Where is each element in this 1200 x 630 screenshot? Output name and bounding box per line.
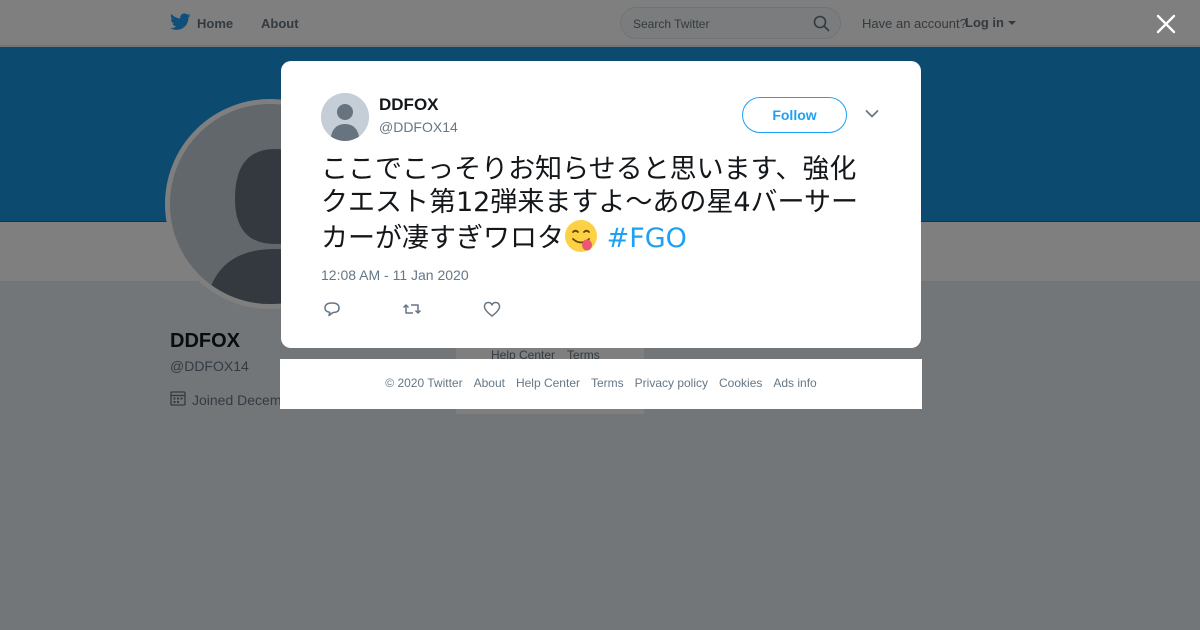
- tweet-timestamp[interactable]: 12:08 AM - 11 Jan 2020: [321, 267, 469, 283]
- footer-ads-info-link[interactable]: Ads info: [773, 376, 816, 390]
- reply-button[interactable]: [322, 300, 342, 318]
- footer-help-center-link[interactable]: Help Center: [516, 376, 580, 390]
- retweet-button[interactable]: [402, 300, 422, 318]
- retweet-icon: [402, 304, 422, 314]
- hashtag-link[interactable]: #FGO: [607, 223, 687, 254]
- footer-links: © 2020 Twitter About Help Center Terms P…: [280, 376, 922, 390]
- close-icon: [1156, 14, 1176, 34]
- chevron-down-icon[interactable]: [865, 109, 879, 119]
- footer-copyright: © 2020 Twitter: [385, 376, 463, 390]
- footer-cookies-link[interactable]: Cookies: [719, 376, 762, 390]
- footer-privacy-link[interactable]: Privacy policy: [635, 376, 708, 390]
- reply-icon: [324, 302, 340, 317]
- tweet-permalink-modal: DDFOX @DDFOX14 Follow ここでこっそりお知らせると思います、…: [281, 61, 921, 348]
- like-button[interactable]: [482, 300, 502, 318]
- footer-about-link[interactable]: About: [474, 376, 505, 390]
- modal-footer: © 2020 Twitter About Help Center Terms P…: [280, 359, 922, 409]
- tweet-text: ここでこっそりお知らせると思います、強化クエスト第12弾来ますよ～あの星4バーサ…: [321, 153, 881, 255]
- footer-terms-link[interactable]: Terms: [591, 376, 624, 390]
- follow-button[interactable]: Follow: [742, 97, 847, 133]
- tweet-author-name[interactable]: DDFOX: [379, 95, 439, 115]
- face-savoring-food-icon: [564, 219, 598, 253]
- tweet-author-avatar[interactable]: [321, 93, 369, 141]
- like-icon: [483, 301, 501, 317]
- close-button[interactable]: [1152, 10, 1180, 38]
- tweet-author-handle[interactable]: @DDFOX14: [379, 119, 458, 135]
